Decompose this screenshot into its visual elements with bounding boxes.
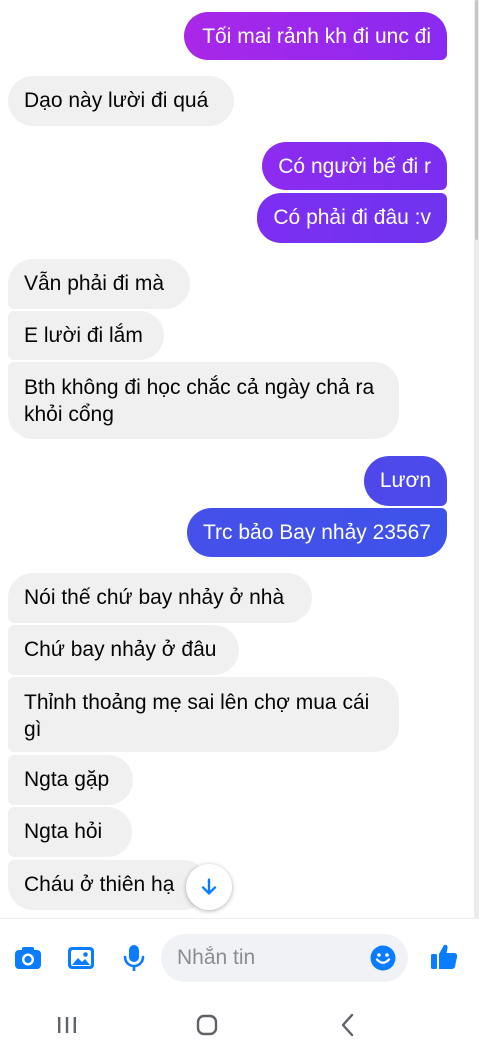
message-outgoing[interactable]: Có phải đi đâu :v: [257, 193, 447, 243]
microphone-icon[interactable]: [119, 943, 149, 973]
message-incoming[interactable]: Cháu ở thiên hạ: [8, 860, 208, 910]
message-incoming[interactable]: Bth không đi học chắc cả ngày chả ra khỏ…: [8, 362, 399, 439]
system-navigation-bar: [0, 996, 479, 1054]
recent-apps-icon[interactable]: [52, 1010, 82, 1040]
message-input[interactable]: [175, 945, 349, 971]
composer-bar: [0, 918, 479, 997]
message-input-wrapper[interactable]: [161, 934, 408, 982]
scrollbar-track[interactable]: [474, 0, 479, 918]
message-outgoing[interactable]: Tối mai rảnh kh đi unc đi: [184, 12, 447, 60]
scroll-to-bottom-button[interactable]: [186, 864, 232, 910]
message-incoming[interactable]: Thỉnh thoảng mẹ sai lên chợ mua cái gì: [8, 677, 399, 752]
message-incoming[interactable]: E lười đi lắm: [8, 311, 164, 360]
back-icon[interactable]: [333, 1010, 363, 1040]
message-incoming[interactable]: Ngta gặp: [8, 755, 133, 805]
arrow-down-icon: [201, 878, 217, 895]
like-icon[interactable]: [428, 941, 460, 973]
camera-icon[interactable]: [13, 943, 43, 973]
message-incoming[interactable]: Chứ bay nhảy ở đâu: [8, 625, 239, 675]
message-outgoing[interactable]: Trc bảo Bay nhảy 23567: [186, 508, 447, 557]
message-incoming[interactable]: Vẫn phải đi mà: [8, 259, 190, 309]
scrollbar-thumb[interactable]: [475, 0, 478, 240]
image-icon[interactable]: [66, 943, 96, 973]
message-incoming[interactable]: Nói thế chứ bay nhảy ở nhà: [8, 573, 312, 623]
home-icon[interactable]: [192, 1010, 222, 1040]
emoji-icon[interactable]: [370, 945, 396, 971]
message-outgoing[interactable]: Có người bế đi r: [262, 142, 447, 190]
message-incoming[interactable]: Ngta hỏi: [8, 807, 132, 857]
message-outgoing[interactable]: Lươn: [363, 456, 447, 506]
message-incoming[interactable]: Dạo này lười đi quá: [8, 76, 234, 126]
